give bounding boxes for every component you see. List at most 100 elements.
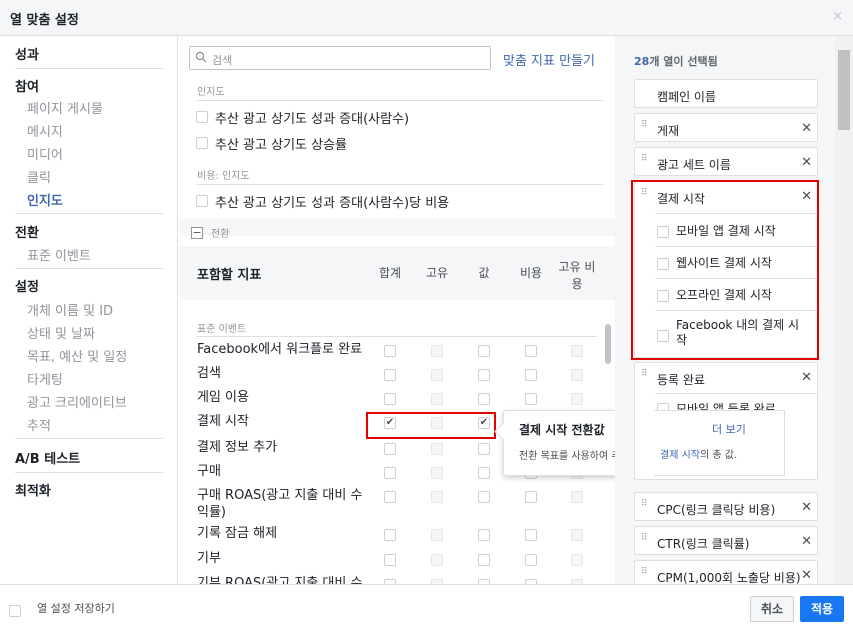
group-label-standard-events: 표준 이벤트 [197, 324, 247, 335]
checkbox [431, 554, 443, 566]
close-icon[interactable]: × [832, 9, 843, 24]
sidebar-section-optimization[interactable]: 최적화 [15, 480, 51, 499]
checkbox [431, 467, 443, 479]
checkbox[interactable] [478, 345, 490, 357]
sidebar-section-conversions[interactable]: 전환 [15, 222, 39, 241]
selected-item[interactable]: ⠿ 광고 세트 이름 ✕ [634, 147, 818, 176]
checkbox[interactable] [196, 195, 208, 207]
metric-row-label: 기부 [197, 551, 221, 566]
checkbox[interactable] [384, 491, 396, 503]
checkbox [571, 554, 583, 566]
metric-row-label: 결제 정보 추가 [197, 440, 278, 455]
checkbox[interactable] [525, 529, 537, 541]
checkbox[interactable] [384, 345, 396, 357]
checkbox [431, 369, 443, 381]
col-header-total: 합계 [378, 266, 402, 280]
remove-icon[interactable]: ✕ [801, 500, 812, 515]
checkbox[interactable] [478, 393, 490, 405]
metric-row-label: 구매 ROAS(광고 지출 대비 수익률) [197, 488, 363, 520]
cancel-button[interactable]: 취소 [750, 596, 794, 622]
sidebar-item-messages[interactable]: 메시지 [27, 121, 63, 140]
sidebar-item-clicks[interactable]: 클릭 [27, 167, 51, 186]
window-scrollbar[interactable] [835, 36, 853, 584]
create-custom-metric-link[interactable]: 맞춤 지표 만들기 [503, 50, 595, 69]
selected-item[interactable]: ⠿ CPC(링크 클릭당 비용) ✕ [634, 492, 818, 521]
checkbox[interactable] [384, 369, 396, 381]
apply-button[interactable]: 적용 [800, 596, 844, 622]
checkbox[interactable] [384, 467, 396, 479]
sidebar-section-settings[interactable]: 설정 [15, 276, 39, 295]
checkbox[interactable] [196, 137, 208, 149]
selected-item-label: CPM(1,000회 노출당 비용) [657, 571, 801, 584]
metric-label: 추산 광고 상기도 성과 증대(사람수)당 비용 [215, 196, 450, 211]
tooltip-title: 결제 시작 전환값 [519, 423, 605, 437]
sidebar-item-targeting[interactable]: 타게팅 [27, 369, 63, 388]
search-field[interactable]: 검색 [189, 46, 491, 70]
remove-icon[interactable]: ✕ [801, 121, 812, 136]
save-settings-checkbox[interactable] [9, 605, 21, 617]
list-scrollbar[interactable] [605, 324, 611, 364]
checkbox[interactable] [384, 393, 396, 405]
metric-row-label: 게임 이용 [197, 390, 249, 405]
selected-item-label: 캠페인 이름 [657, 90, 717, 104]
collapse-icon[interactable]: − [191, 227, 203, 239]
checkbox [571, 393, 583, 405]
checkbox[interactable] [384, 443, 396, 455]
search-input[interactable]: 검색 [212, 52, 232, 68]
sidebar-item-object-names[interactable]: 개체 이름 및 ID [27, 300, 113, 319]
selected-item[interactable]: ⠿ CTR(링크 클릭률) ✕ [634, 526, 818, 555]
highlight-box [631, 180, 819, 360]
selected-item[interactable]: ⠿ 게재 ✕ [634, 113, 818, 142]
tooltip-more-link[interactable]: 더 보기 [712, 421, 746, 437]
selected-item-label: 광고 세트 이름 [657, 158, 731, 172]
drag-handle-icon[interactable]: ⠿ [641, 370, 649, 384]
checkbox[interactable] [478, 467, 490, 479]
selected-item[interactable]: 캠페인 이름 [634, 79, 818, 108]
remove-icon[interactable]: ✕ [801, 370, 812, 385]
tooltip-overlay [654, 410, 785, 476]
drag-handle-icon[interactable]: ⠿ [641, 534, 649, 548]
group-label-awareness: 인지도 [197, 87, 225, 98]
remove-icon[interactable]: ✕ [801, 155, 812, 170]
sidebar-item-tracking[interactable]: 추적 [27, 415, 51, 434]
sidebar-section-performance[interactable]: 성과 [15, 44, 39, 63]
sidebar-item-media[interactable]: 미디어 [27, 144, 63, 163]
selected-count-text: 개 열이 선택됨 [649, 55, 718, 68]
drag-handle-icon[interactable]: ⠿ [641, 121, 649, 135]
selected-item[interactable]: ⠿ CPM(1,000회 노출당 비용) ✕ [634, 560, 818, 584]
col-header-unique-cost: 고유 비용 [558, 260, 596, 291]
sidebar-item-page-posts[interactable]: 페이지 게시물 [27, 98, 103, 117]
remove-icon[interactable]: ✕ [801, 534, 812, 549]
checkbox[interactable] [384, 554, 396, 566]
checkbox[interactable] [525, 345, 537, 357]
sidebar-section-engagement[interactable]: 참여 [15, 76, 39, 95]
checkbox[interactable] [525, 554, 537, 566]
checkbox[interactable] [478, 443, 490, 455]
sidebar-item-status-dates[interactable]: 상태 및 날짜 [27, 323, 95, 342]
checkbox[interactable] [196, 111, 208, 123]
sidebar-item-goal-budget[interactable]: 목표, 예산 및 일정 [27, 346, 127, 365]
sidebar-item-ad-creative[interactable]: 광고 크리에이티브 [27, 392, 127, 411]
checkbox [431, 345, 443, 357]
selected-count-number: 28 [634, 55, 650, 68]
remove-icon[interactable]: ✕ [801, 568, 812, 583]
sidebar-item-standard-events[interactable]: 표준 이벤트 [27, 245, 91, 264]
checkbox[interactable] [478, 529, 490, 541]
drag-handle-icon[interactable]: ⠿ [641, 155, 649, 169]
checkbox[interactable] [525, 393, 537, 405]
checkbox[interactable] [384, 529, 396, 541]
scrollbar-thumb[interactable] [838, 50, 850, 130]
checkbox[interactable] [478, 554, 490, 566]
group-label-conversion: 전환 [211, 229, 230, 240]
sidebar-section-ab-test[interactable]: A/B 테스트 [15, 448, 80, 467]
checkbox [571, 529, 583, 541]
checkbox[interactable] [478, 369, 490, 381]
sidebar-item-awareness[interactable]: 인지도 [27, 190, 63, 209]
drag-handle-icon[interactable]: ⠿ [641, 568, 649, 582]
drag-handle-icon[interactable]: ⠿ [641, 500, 649, 514]
checkbox[interactable] [478, 491, 490, 503]
metric-row-label: Facebook에서 워크플로 완료 [197, 342, 363, 357]
checkbox[interactable] [525, 369, 537, 381]
checkbox[interactable] [525, 491, 537, 503]
metric-row-label: 기부 ROAS(광고 지출 대비 수 [197, 576, 363, 584]
